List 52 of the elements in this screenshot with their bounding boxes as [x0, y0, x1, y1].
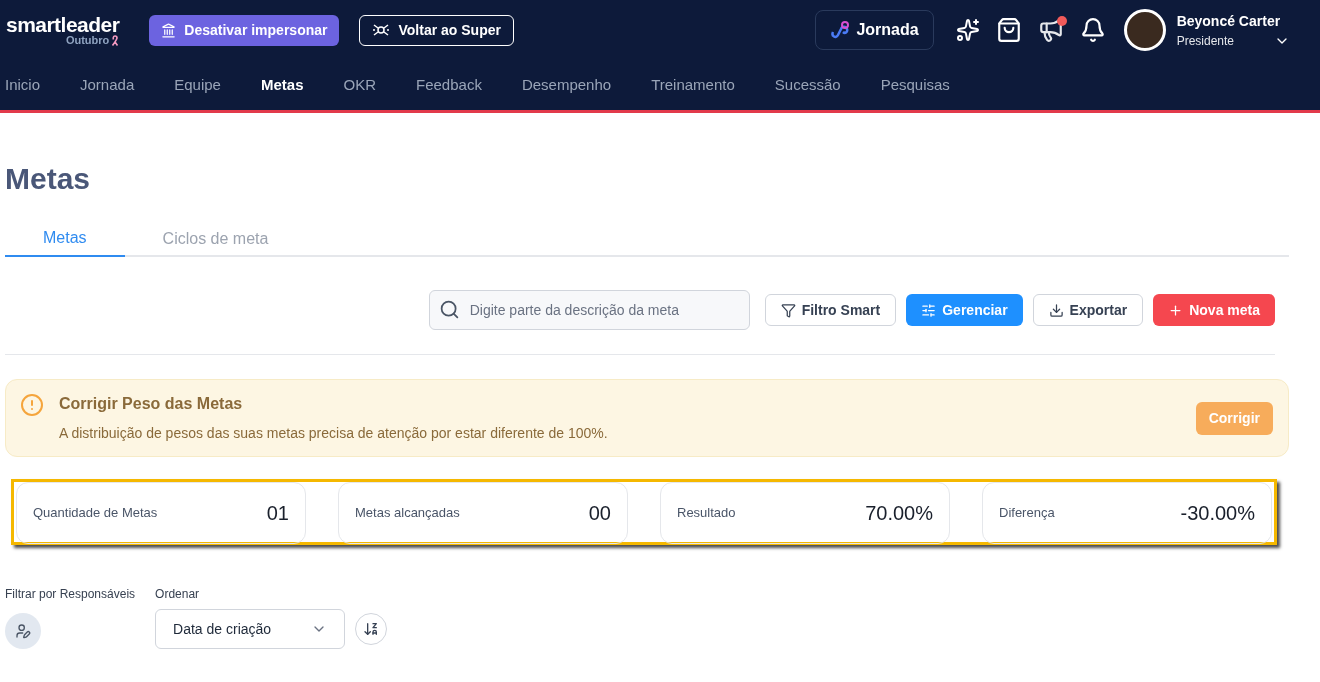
search-field[interactable]: Digite parte da descrição da meta	[428, 290, 750, 330]
logo[interactable]: smartleader	[6, 14, 120, 35]
stat-value: -30.00%	[1180, 501, 1255, 526]
stat-label: Quantidade de Metas	[33, 504, 158, 523]
warning-title: Corrigir Peso das Metas	[59, 394, 244, 414]
warning-message: A distribuição de pesos das suas metas precisa de atenção por estar diferente de 100%.	[59, 424, 609, 443]
tab[interactable]: Metas	[5, 221, 125, 257]
page-title: Metas	[5, 161, 92, 197]
download-icon	[1048, 302, 1064, 318]
avatar[interactable]	[1123, 9, 1166, 51]
sort-icon	[363, 621, 380, 637]
sparkle-icon[interactable]	[955, 18, 980, 42]
nav-link[interactable]: Desempenho	[521, 73, 612, 97]
stat-label: Resultado	[677, 504, 736, 523]
stat-label: Diferença	[999, 504, 1055, 523]
notification-icon[interactable]	[1079, 17, 1106, 43]
sliders-icon	[921, 302, 937, 318]
responsible-filter-button[interactable]	[5, 613, 41, 649]
user-edit-icon	[15, 623, 31, 639]
export-button[interactable]: Exportar	[1032, 294, 1144, 326]
spaceship-icon	[372, 23, 391, 37]
nav-link[interactable]: Jornada	[80, 73, 135, 97]
nav-link[interactable]: Metas	[260, 73, 304, 97]
stat-label: Metas alcançadas	[355, 504, 460, 523]
filter-icon	[780, 302, 796, 318]
nav-link[interactable]: OKR	[343, 73, 376, 97]
filter-label: Filtrar por Responsáveis	[5, 586, 136, 603]
nav-link[interactable]: Equipe	[174, 73, 221, 97]
plus-icon	[1168, 302, 1184, 318]
shopping-bag-icon[interactable]	[995, 17, 1022, 43]
ribbon-icon	[111, 35, 120, 46]
nav-link[interactable]: Pesquisas	[880, 73, 950, 97]
warning-icon	[20, 393, 44, 417]
stat-value: 01	[266, 501, 289, 526]
order-label: Ordenar	[155, 586, 201, 603]
nav-link[interactable]: Treinamento	[651, 73, 735, 97]
nav-link[interactable]: Inicio	[5, 73, 41, 97]
nav-link[interactable]: Sucessão	[774, 73, 841, 97]
back-to-super-button[interactable]: Voltar ao Super	[359, 14, 514, 46]
user-name: Beyoncé Carter	[1176, 11, 1282, 31]
journey-button[interactable]: Jornada	[815, 10, 934, 50]
building-icon	[161, 22, 177, 38]
stat-value: 70.00%	[865, 501, 933, 526]
search-icon	[438, 299, 460, 320]
deactivate-impersonation-button[interactable]: Desativar impersonar	[149, 14, 340, 46]
user-role: Presidente	[1176, 32, 1234, 50]
order-select[interactable]: Data de criação	[155, 609, 346, 649]
new-button[interactable]: Nova meta	[1153, 294, 1275, 326]
month-label: Outubro	[65, 35, 110, 46]
nav-link[interactable]: Feedback	[416, 73, 482, 97]
stat-value: 00	[588, 501, 611, 526]
filter-button[interactable]: Filtro Smart	[764, 294, 897, 326]
